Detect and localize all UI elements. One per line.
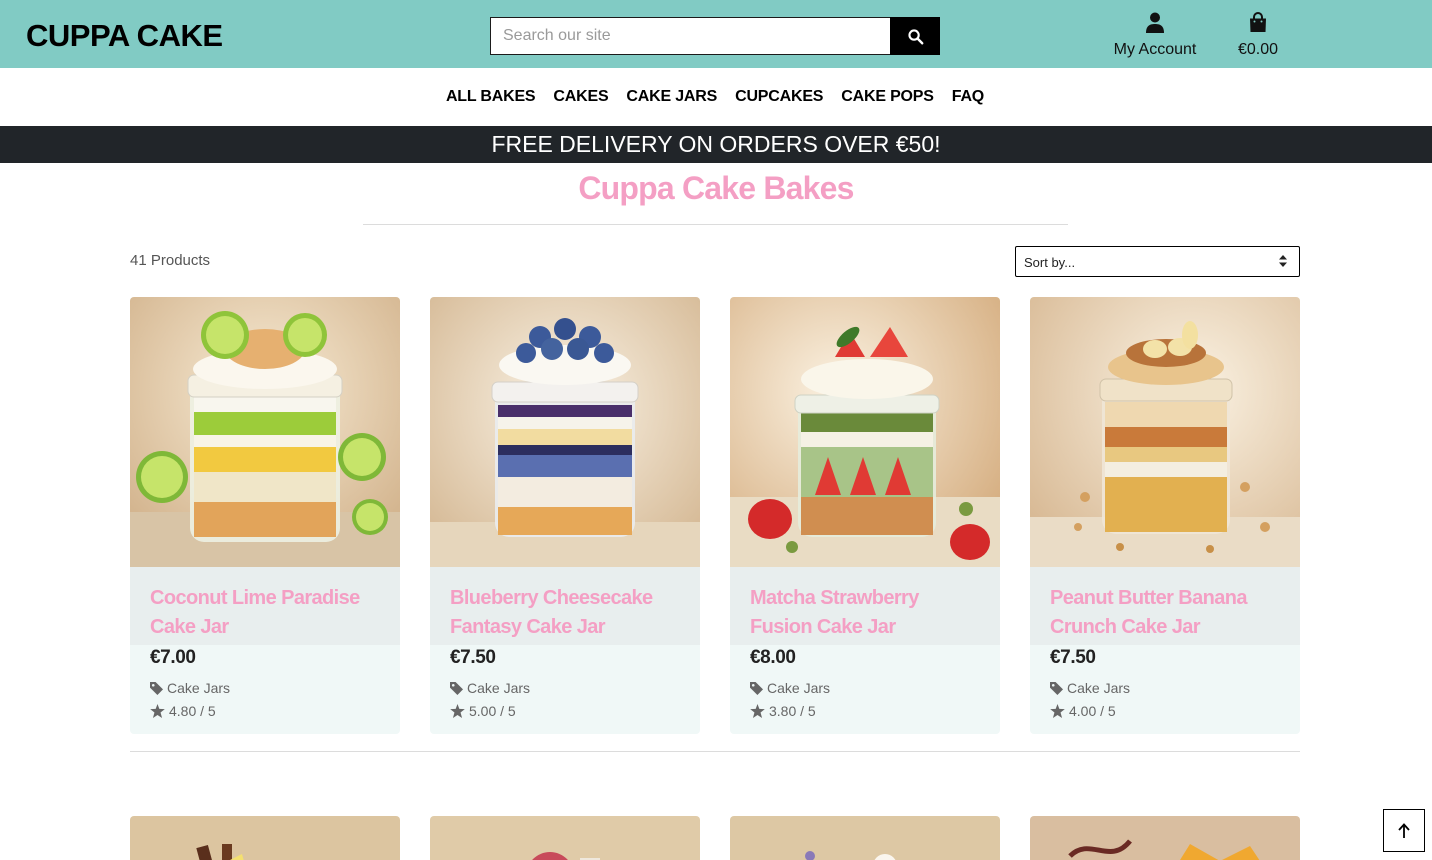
nav-faq[interactable]: FAQ [952, 88, 984, 106]
main-nav: ALL BAKES CAKES CAKE JARS CUPCAKES CAKE … [0, 68, 1432, 126]
product-image[interactable] [430, 816, 700, 860]
shopping-bag-link[interactable]: €0.00 [1228, 12, 1288, 59]
my-account-link[interactable]: My Account [1106, 12, 1204, 59]
product-image[interactable] [730, 297, 1000, 567]
tag-icon [750, 681, 763, 695]
product-name-box: Coconut Lime Paradise Cake Jar [130, 567, 400, 645]
header-bar: CUPPA CAKE My Account €0.00 [0, 0, 1432, 68]
delivery-banner: FREE DELIVERY ON ORDERS OVER €50! [0, 126, 1432, 163]
product-image[interactable] [1030, 816, 1300, 860]
product-price: €7.00 [150, 647, 196, 668]
nav-cake-pops[interactable]: CAKE POPS [841, 88, 934, 106]
product-image[interactable] [730, 816, 1000, 860]
title-divider [363, 224, 1068, 225]
star-icon [150, 704, 165, 718]
product-rating-value: 4.80 / 5 [169, 703, 216, 719]
product-price: €8.00 [750, 647, 796, 668]
search-input[interactable] [490, 17, 890, 55]
page-title: Cuppa Cake Bakes [578, 170, 854, 206]
arrow-up-icon [1398, 822, 1410, 838]
product-category-label: Cake Jars [767, 680, 831, 696]
sort-select-value: Sort by... [1024, 255, 1076, 270]
search-icon [907, 28, 923, 44]
product-price: €7.50 [450, 647, 496, 668]
product-rating: 5.00 / 5 [450, 703, 516, 719]
nav-all-bakes[interactable]: ALL BAKES [446, 88, 536, 106]
shopping-bag-icon [1250, 12, 1266, 32]
product-name[interactable]: Coconut Lime Paradise Cake Jar [150, 584, 380, 642]
star-icon [450, 704, 465, 718]
nav-cakes[interactable]: CAKES [553, 88, 608, 106]
search-form [490, 17, 940, 55]
tag-icon [450, 681, 463, 695]
bag-total: €0.00 [1237, 41, 1279, 58]
search-button[interactable] [890, 17, 940, 55]
product-name-box: Blueberry Cheesecake Fantasy Cake Jar [430, 567, 700, 645]
brand-logo[interactable]: CUPPA CAKE [26, 18, 223, 54]
product-name[interactable]: Matcha Strawberry Fusion Cake Jar [750, 584, 980, 642]
sort-caret-icon [1279, 255, 1287, 267]
product-count: 41 Products [130, 252, 211, 269]
product-name[interactable]: Peanut Butter Banana Crunch Cake Jar [1050, 584, 1280, 642]
product-category[interactable]: Cake Jars [750, 680, 830, 696]
product-card[interactable]: Peanut Butter Banana Crunch Cake Jar €7.… [1030, 297, 1300, 734]
nav-cake-jars[interactable]: CAKE JARS [626, 88, 717, 106]
product-name[interactable]: Blueberry Cheesecake Fantasy Cake Jar [450, 584, 680, 642]
product-image[interactable] [1030, 297, 1300, 567]
my-account-label: My Account [1113, 41, 1197, 58]
product-category[interactable]: Cake Jars [1050, 680, 1130, 696]
product-category[interactable]: Cake Jars [150, 680, 230, 696]
product-category-label: Cake Jars [167, 680, 231, 696]
star-icon [1050, 704, 1065, 718]
product-rating: 4.00 / 5 [1050, 703, 1116, 719]
product-rating-value: 3.80 / 5 [769, 703, 816, 719]
product-category-label: Cake Jars [467, 680, 531, 696]
product-card[interactable]: Blueberry Cheesecake Fantasy Cake Jar €7… [430, 297, 700, 734]
star-icon [750, 704, 765, 718]
product-rating: 3.80 / 5 [750, 703, 816, 719]
product-image[interactable] [430, 297, 700, 567]
tag-icon [150, 681, 163, 695]
product-rating-value: 5.00 / 5 [469, 703, 516, 719]
nav-cupcakes[interactable]: CUPCAKES [735, 88, 823, 106]
product-image[interactable] [130, 816, 400, 860]
tag-icon [1050, 681, 1063, 695]
user-icon [1146, 12, 1164, 33]
product-name-box: Matcha Strawberry Fusion Cake Jar [730, 567, 1000, 645]
sort-select[interactable]: Sort by... [1015, 246, 1300, 277]
row-divider [130, 751, 1300, 752]
product-name-box: Peanut Butter Banana Crunch Cake Jar [1030, 567, 1300, 645]
product-price: €7.50 [1050, 647, 1096, 668]
product-card[interactable]: Coconut Lime Paradise Cake Jar €7.00 Cak… [130, 297, 400, 734]
product-card[interactable]: Matcha Strawberry Fusion Cake Jar €8.00 … [730, 297, 1000, 734]
product-category-label: Cake Jars [1067, 680, 1131, 696]
product-category[interactable]: Cake Jars [450, 680, 530, 696]
product-rating: 4.80 / 5 [150, 703, 216, 719]
product-rating-value: 4.00 / 5 [1069, 703, 1116, 719]
product-image[interactable] [130, 297, 400, 567]
back-to-top-button[interactable] [1383, 809, 1425, 852]
